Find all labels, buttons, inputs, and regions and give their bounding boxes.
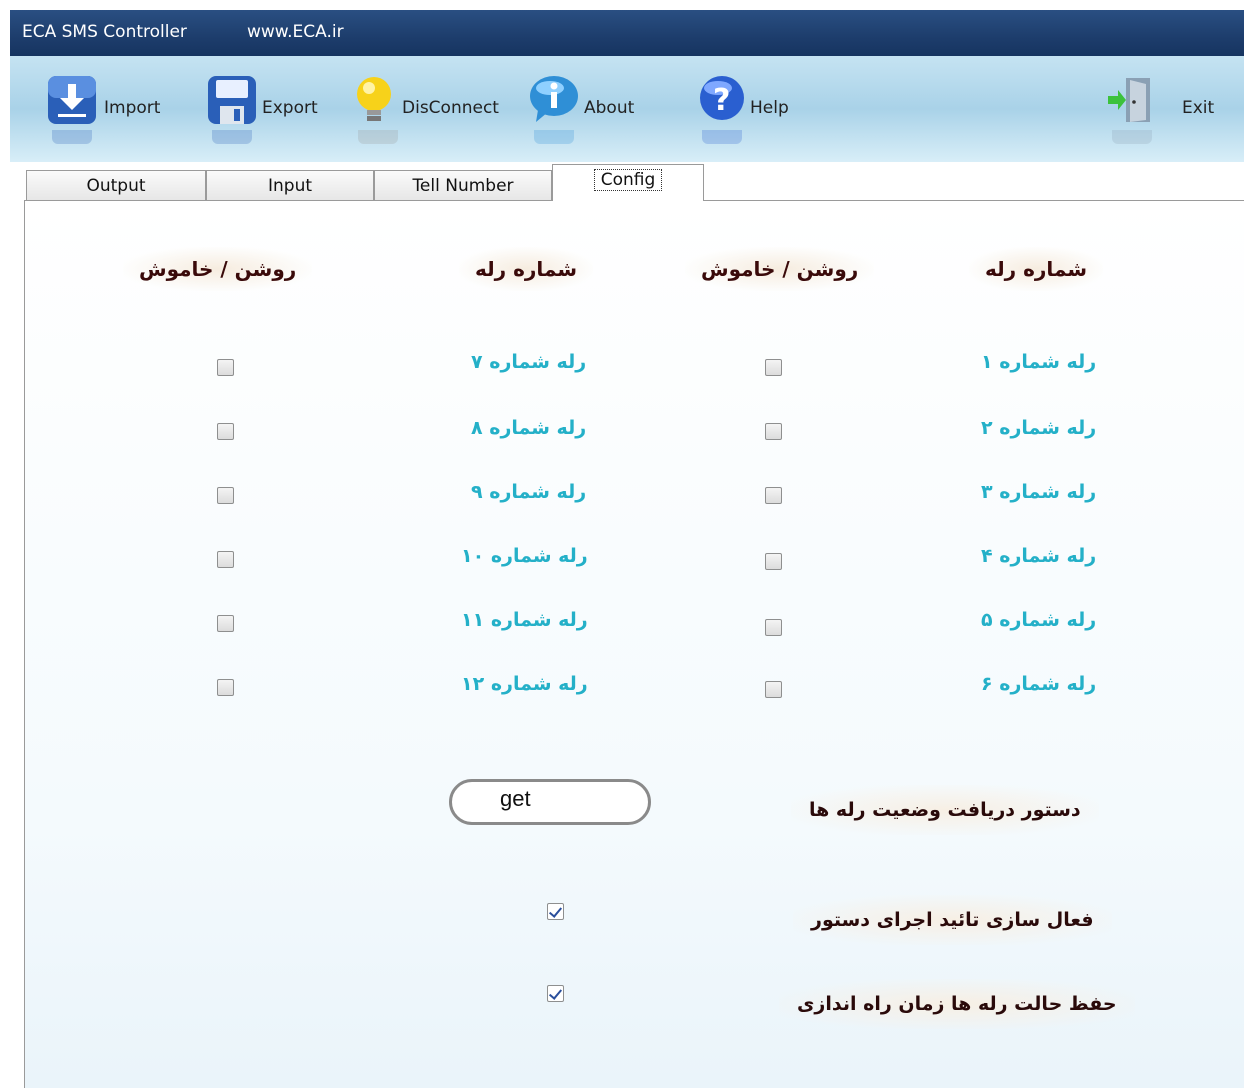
header-relay-number-right: شماره رله [969,247,1104,291]
import-reflection [52,130,92,144]
confirm-command-checkbox[interactable] [547,903,564,920]
relay-label-1: رله شماره ۱ [981,351,1097,373]
relay-label-5: رله شماره ۵ [981,609,1097,631]
relay-label-8: رله شماره ۸ [471,417,587,439]
relay-label-6: رله شماره ۶ [981,673,1097,695]
toolbar: Import Export DisConnect About ? Help Ex… [10,56,1244,163]
relay-1-checkbox[interactable] [765,359,782,376]
confirm-command-label: فعال سازی تائید اجرای دستور [793,895,1112,945]
relay-10-checkbox[interactable] [217,551,234,568]
relay-8-checkbox[interactable] [217,423,234,440]
header-relay-number-left: شماره رله [459,247,594,291]
relay-7-checkbox[interactable] [217,359,234,376]
relay-label-4: رله شماره ۴ [981,545,1097,567]
app-title: ECA SMS Controller [22,22,187,42]
relay-5-checkbox[interactable] [765,619,782,636]
relay-4-checkbox[interactable] [765,553,782,570]
info-icon [530,76,578,122]
disconnect-button[interactable]: DisConnect [352,74,512,144]
relay-label-2: رله شماره ۲ [981,417,1097,439]
export-button[interactable]: Export [206,74,326,144]
exit-button[interactable]: Exit [1106,74,1216,144]
export-label: Export [262,98,318,118]
relay-label-7: رله شماره ۷ [471,351,587,373]
relay-label-10: رله شماره ۱۰ [461,545,588,567]
save-state-checkbox[interactable] [547,985,564,1002]
exit-door-icon [1108,78,1150,122]
save-state-label: حفظ حالت رله ها زمان راه اندازی [779,979,1135,1029]
tab-output[interactable]: Output [26,170,206,201]
status-command-input[interactable]: get [449,779,651,825]
export-reflection [212,130,252,144]
lightbulb-icon [357,77,391,121]
help-label: Help [750,98,789,118]
relay-label-11: رله شماره ۱۱ [461,609,588,631]
title-bar: ECA SMS Controller www.ECA.ir [10,10,1244,56]
relay-12-checkbox[interactable] [217,679,234,696]
exit-reflection [1112,130,1152,144]
tab-input[interactable]: Input [206,170,374,201]
import-button[interactable]: Import [46,74,176,144]
config-panel: شماره رله روشن / خاموش شماره رله روشن / … [24,200,1244,1088]
relay-3-checkbox[interactable] [765,487,782,504]
header-on-off-right: روشن / خاموش [685,247,875,291]
site-url: www.ECA.ir [247,22,344,42]
import-icon [48,76,96,124]
relay-2-checkbox[interactable] [765,423,782,440]
help-button[interactable]: ? Help [696,74,806,144]
help-question-icon: ? [700,76,744,120]
disconnect-reflection [358,130,398,144]
relay-11-checkbox[interactable] [217,615,234,632]
header-on-off-left: روشن / خاموش [123,247,313,291]
disconnect-label: DisConnect [402,98,499,118]
save-disk-icon [208,76,256,124]
relay-6-checkbox[interactable] [765,681,782,698]
tab-config[interactable]: Config [552,164,704,201]
tab-tell-number[interactable]: Tell Number [374,170,552,201]
about-reflection [534,130,574,144]
svg-text:?: ? [713,83,730,118]
relay-label-9: رله شماره ۹ [471,481,587,503]
about-button[interactable]: About [528,74,648,144]
tab-strip: Output Input Tell Number Config [10,162,1244,202]
relay-label-3: رله شماره ۳ [981,481,1097,503]
relay-9-checkbox[interactable] [217,487,234,504]
about-label: About [584,98,635,118]
status-command-label: دستور دریافت وضعیت رله ها [791,785,1099,835]
exit-label: Exit [1182,98,1215,118]
help-reflection [702,130,742,144]
import-label: Import [104,98,161,118]
relay-label-12: رله شماره ۱۲ [461,673,588,695]
